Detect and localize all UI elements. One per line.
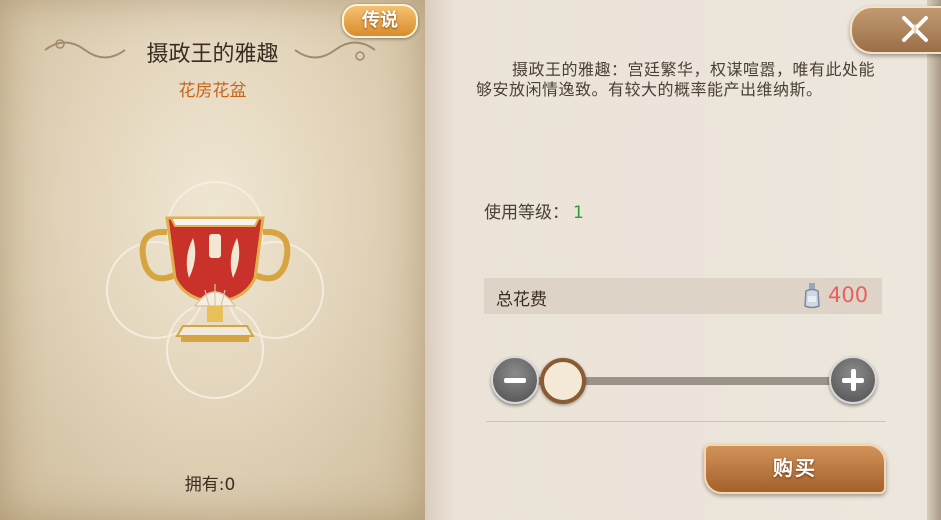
required-level: 使用等级： 1 <box>484 198 584 223</box>
owned-count: 拥有:0 <box>184 475 236 495</box>
increase-quantity-button[interactable] <box>829 356 877 404</box>
cost-value: 400 <box>828 283 869 307</box>
quantity-slider-handle[interactable] <box>540 358 586 404</box>
minus-icon <box>504 378 526 383</box>
item-title: 摄政王的雅趣 <box>146 42 279 67</box>
perfume-bottle-icon <box>804 283 820 309</box>
level-value: 1 <box>573 203 584 223</box>
divider <box>486 421 886 422</box>
total-cost-bar: 总花费 400 <box>484 278 882 314</box>
panel-edge <box>927 0 941 520</box>
level-label: 使用等级： <box>484 203 569 223</box>
close-button[interactable] <box>850 6 941 54</box>
item-preview-panel: 传说 摄政王的雅趣 花房花盆 拥有:0 <box>0 0 425 520</box>
item-description: 摄政王的雅趣：宫廷繁华，权谋喧嚣，唯有此处能够安放闲情逸致。有较大的概率能产出维… <box>476 60 876 99</box>
decrease-quantity-button[interactable] <box>491 356 539 404</box>
close-x-icon <box>902 16 928 42</box>
flower-pot-image <box>106 181 324 399</box>
item-category: 花房花盆 <box>178 81 247 101</box>
buy-button[interactable]: 购买 <box>704 444 886 494</box>
cost-label: 总花费 <box>496 290 547 310</box>
rarity-badge: 传说 <box>342 4 418 38</box>
